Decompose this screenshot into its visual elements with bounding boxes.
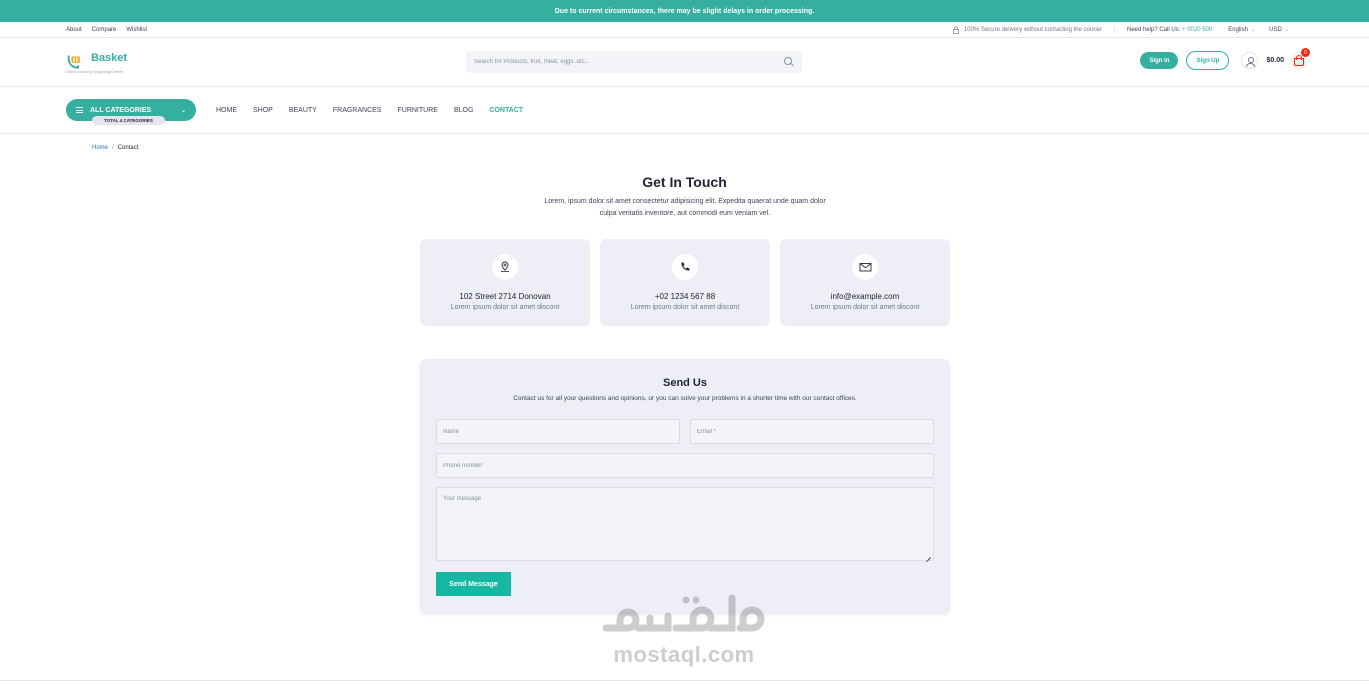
search-input[interactable] [474, 59, 754, 65]
nav-blog[interactable]: BLOG [454, 107, 473, 114]
logo[interactable]: Basket Online Grocery Shopping Center [65, 50, 186, 74]
contact-cards: 102 Street 2714 Donovan Lorem ipsum dolo… [420, 239, 950, 326]
address-text: 102 Street 2714 Donovan [459, 292, 551, 301]
help-phone[interactable]: + 0020 500 [1182, 27, 1212, 33]
email-card: info@example.com Lorem ipsum dolor sit a… [780, 239, 950, 326]
watermark: mostaql.com [598, 590, 770, 670]
announcement-bar: Due to current circumstances, there may … [0, 0, 1369, 22]
nav-fragrances[interactable]: FRAGRANCES [333, 107, 382, 114]
language-select[interactable]: English ⌄ [1228, 27, 1255, 33]
currency-select[interactable]: USD ⌄ [1269, 27, 1289, 33]
watermark-text: mostaql.com [613, 642, 755, 667]
page-subtitle: Lorem, ipsum dolor sit amet consectetur … [544, 198, 826, 217]
help-line: Need help? Call Us: + 0020 500 [1115, 27, 1228, 33]
secure-delivery-note: 100% Secure delivery without contacting … [952, 25, 1115, 34]
nav-furniture[interactable]: FURNITURE [397, 107, 437, 114]
logo-name: Basket [91, 52, 128, 64]
phone-field[interactable] [436, 453, 934, 478]
form-subtitle: Contact us for all your questions and op… [513, 395, 857, 402]
email-desc: Lorem ipsum dolor sit amet discont [810, 304, 920, 311]
nav-shop[interactable]: SHOP [253, 107, 273, 114]
form-title: Send Us [662, 377, 707, 389]
watermark-arabic-logo [602, 594, 765, 632]
secure-text: 100% Secure delivery without contacting … [963, 26, 1102, 33]
user-icon[interactable] [1241, 52, 1259, 69]
nav-home[interactable]: HOME [216, 107, 237, 114]
about-link[interactable]: About [66, 27, 82, 33]
chevron-down-icon: ⌄ [180, 107, 186, 114]
currency-value: USD [1269, 26, 1282, 33]
email-text[interactable]: info@example.com [831, 292, 900, 301]
address-desc: Lorem ipsum dolor sit amet discont [450, 304, 560, 311]
cart-count-badge: 0 [1301, 48, 1310, 57]
utility-info: 100% Secure delivery without contacting … [952, 25, 1303, 34]
map-pin-icon [492, 254, 518, 280]
main-nav: ALL CATEGORIES ⌄ TOTAL 4 CATEGORIES HOME… [0, 87, 1369, 134]
phone-card: +02 1234 567 88 Lorem ipsum dolor sit am… [600, 239, 770, 326]
help-label: Need help? Call Us: [1126, 26, 1181, 33]
nav-beauty[interactable]: BEAUTY [289, 107, 317, 114]
resize-handle-icon[interactable] [925, 552, 931, 558]
utility-bar: About Compare Wishlist 100% Secure deliv… [0, 22, 1369, 38]
footer-divider [0, 680, 1369, 681]
site-header: Basket Online Grocery Shopping Center Si… [0, 38, 1369, 87]
send-message-button[interactable]: Send Message [436, 572, 511, 596]
header-actions: Sign In Sign Up $0.00 0 [1140, 48, 1310, 70]
breadcrumb: Home / Contact [92, 145, 138, 151]
language-value: English [1228, 26, 1248, 33]
cart-icon[interactable]: 0 [1290, 48, 1310, 69]
name-field[interactable] [436, 419, 680, 444]
search-bar [466, 51, 802, 73]
page-title: Get In Touch [642, 174, 727, 190]
envelope-icon [852, 254, 878, 280]
chevron-down-icon: ⌄ [1250, 26, 1256, 33]
cart-total[interactable]: $0.00 [1266, 57, 1284, 64]
phone-desc: Lorem ipsum dolor sit amet discont [630, 304, 740, 311]
lock-icon [953, 26, 959, 34]
all-categories-button[interactable]: ALL CATEGORIES ⌄ TOTAL 4 CATEGORIES [66, 99, 196, 125]
breadcrumb-current: Contact [117, 145, 139, 151]
message-field[interactable] [436, 487, 934, 561]
phone-icon [672, 254, 698, 280]
wishlist-link[interactable]: Wishlist [126, 27, 147, 33]
utility-links: About Compare Wishlist [66, 27, 147, 33]
breadcrumb-separator: / [112, 145, 114, 151]
address-card: 102 Street 2714 Donovan Lorem ipsum dolo… [420, 239, 590, 326]
chevron-down-icon: ⌄ [1284, 26, 1289, 33]
menu-icon [76, 107, 83, 113]
phone-text[interactable]: +02 1234 567 88 [655, 292, 715, 301]
nav-links: HOME SHOP BEAUTY FRAGRANCES FURNITURE BL… [216, 107, 523, 114]
compare-link[interactable]: Compare [92, 27, 117, 33]
sign-up-button[interactable]: Sign Up [1186, 51, 1230, 70]
logo-text: Basket Online Grocery Shopping Center [65, 50, 128, 74]
email-field[interactable] [690, 419, 934, 444]
contact-form: Send Us Contact us for all your question… [420, 359, 950, 613]
breadcrumb-home[interactable]: Home [92, 145, 108, 151]
nav-contact[interactable]: CONTACT [489, 107, 523, 114]
total-categories-badge: TOTAL 4 CATEGORIES [92, 116, 165, 125]
announcement-text: Due to current circumstances, there may … [554, 7, 815, 15]
all-categories-label: ALL CATEGORIES [90, 106, 152, 114]
sign-in-button[interactable]: Sign In [1140, 52, 1179, 69]
basket-logo-icon [67, 55, 80, 69]
search-icon[interactable] [784, 57, 794, 67]
